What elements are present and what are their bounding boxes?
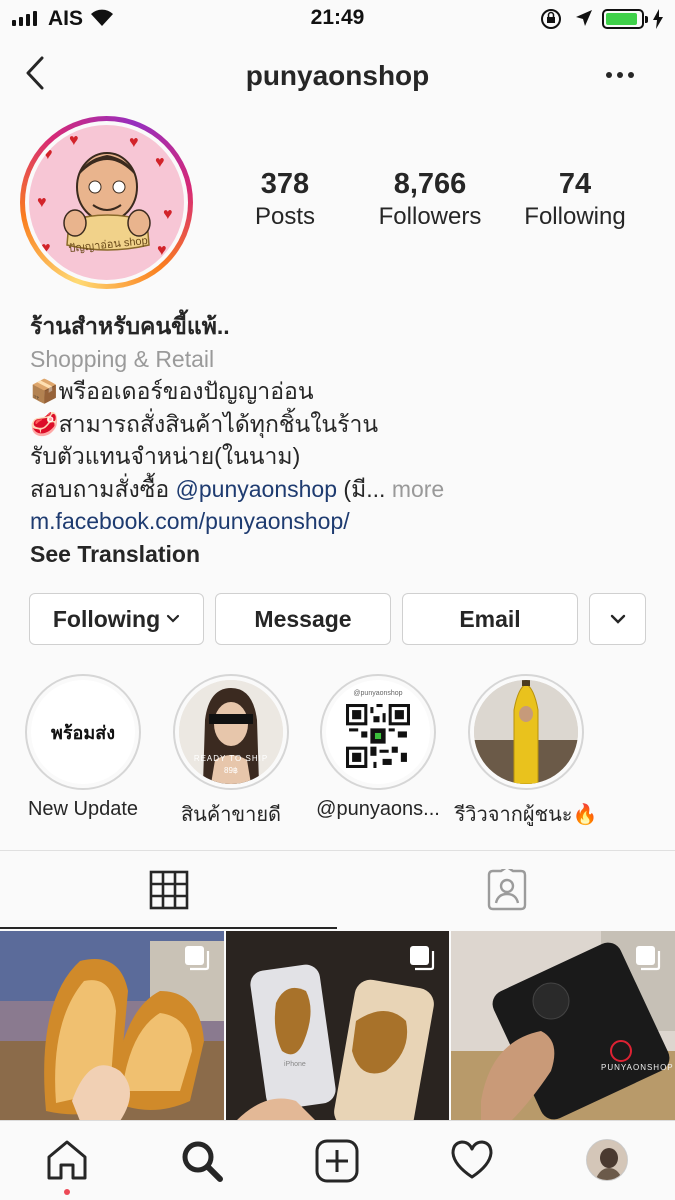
- highlight-cover: READY TO SHIP 89฿: [173, 674, 289, 790]
- highlight-cover: [468, 674, 584, 790]
- carousel-icon: [410, 946, 435, 971]
- post-thumbnail[interactable]: iPhone: [226, 931, 449, 1121]
- location-arrow-icon: [576, 10, 592, 26]
- bio-text: พรีออเดอร์ของปัญญาอ่อน: [58, 378, 314, 404]
- carousel-icon: [185, 946, 210, 971]
- bio-category: Shopping & Retail: [30, 345, 215, 372]
- bio-more-link[interactable]: more: [392, 476, 444, 502]
- bottom-tab-bar: [0, 1120, 675, 1200]
- chevron-down-icon: [167, 614, 180, 623]
- search-icon[interactable]: [180, 1139, 224, 1183]
- message-button-label: Message: [254, 605, 352, 632]
- stat-posts[interactable]: 378 Posts: [220, 168, 350, 231]
- following-button[interactable]: Following: [29, 593, 204, 645]
- stat-followers[interactable]: 8,766 Followers: [350, 168, 510, 231]
- message-button[interactable]: Message: [215, 593, 391, 645]
- profile-header-bar: punyaonshop: [0, 40, 675, 110]
- story-highlight[interactable]: READY TO SHIP 89฿ สินค้าขายดี: [172, 674, 290, 826]
- post-thumbnail[interactable]: [0, 931, 224, 1121]
- highlight-label: New Update: [27, 798, 139, 820]
- profile-bio: ร้านสำหรับคนขี้แพ้.. Shopping & Retail 📦…: [30, 310, 650, 570]
- home-icon[interactable]: [45, 1139, 89, 1181]
- meat-emoji-icon: 🥩: [30, 410, 59, 437]
- bio-text: (มี...: [337, 475, 392, 502]
- chevron-down-icon: [610, 614, 625, 624]
- highlight-cover: พร้อมส่ง: [25, 674, 141, 790]
- suggested-accounts-button[interactable]: [589, 593, 646, 645]
- bio-text: สามารถสั่งสินค้าได้ทุกชิ้นในร้าน: [58, 410, 379, 437]
- highlight-label: สินค้าขายดี: [180, 804, 282, 826]
- tab-tagged[interactable]: [338, 851, 675, 929]
- carousel-icon: [636, 946, 661, 971]
- post-thumbnail[interactable]: PUNYAONSHOP: [451, 931, 675, 1121]
- avatar-image: [587, 1140, 627, 1180]
- highlight-cover-text: พร้อมส่ง: [51, 722, 115, 743]
- email-button[interactable]: Email: [402, 593, 578, 645]
- stat-value: 8,766: [393, 168, 467, 200]
- stat-value: 74: [558, 168, 592, 200]
- bio-text: สอบถามสั่งซื้อ: [30, 475, 176, 502]
- banana-costume-photo-image: [474, 680, 578, 784]
- highlight-cover-price: 89฿: [224, 766, 238, 775]
- story-highlight[interactable]: พร้อมส่ง New Update: [24, 674, 142, 820]
- bio-display-name: ร้านสำหรับคนขี้แพ้..: [30, 313, 230, 339]
- avatar-image: ♥ ♥ ♥ ♥ ♥ ♥ ♥ ♥ ปัญญาอ่อน shop: [29, 125, 184, 280]
- bio-line: 📦พรีออเดอร์ของปัญญาอ่อน: [30, 375, 650, 408]
- charging-bolt-icon: [653, 9, 663, 29]
- highlight-cover-text: READY TO SHIP: [193, 754, 269, 763]
- stat-label: Posts: [254, 203, 316, 230]
- profile-stats: 378 Posts 8,766 Followers 74 Following: [220, 168, 660, 231]
- heart-icon[interactable]: [450, 1139, 494, 1181]
- stat-label: Followers: [378, 203, 482, 230]
- see-translation-link[interactable]: See Translation: [30, 538, 650, 571]
- page-title: punyaonshop: [245, 60, 430, 91]
- post-watermark: PUNYAONSHOP: [601, 1063, 674, 1072]
- battery-icon: [602, 9, 648, 29]
- posts-grid: iPhone PUNYAONSHOP: [0, 931, 675, 1121]
- tab-grid[interactable]: [0, 851, 337, 929]
- bio-website-link[interactable]: m.facebook.com/punyaonshop/: [30, 505, 650, 538]
- highlight-label: @punyaons...: [316, 798, 440, 820]
- qr-code-image: [346, 704, 410, 768]
- story-highlight[interactable]: รีวิวจากผู้ชนะ🔥: [455, 674, 597, 826]
- profile-tab-avatar[interactable]: [586, 1139, 628, 1181]
- notification-dot: [64, 1189, 70, 1195]
- more-options-icon[interactable]: [606, 72, 634, 78]
- rotation-lock-icon: [541, 9, 561, 29]
- highlight-label: รีวิวจากผู้ชนะ🔥: [454, 804, 598, 826]
- story-highlight[interactable]: @punyaonshop @punyaons...: [316, 674, 440, 820]
- tagged-user-icon: [487, 869, 526, 911]
- bio-line: สอบถามสั่งซื้อ @punyaonshop (มี... more: [30, 473, 650, 506]
- bio-line: รับตัวแทนจำหน่าย(ในนาม): [30, 443, 301, 469]
- package-emoji-icon: 📦: [30, 378, 59, 404]
- bio-mention-link[interactable]: @punyaonshop: [176, 476, 337, 502]
- highlight-cover-text: @punyaonshop: [353, 690, 403, 697]
- stat-value: 378: [260, 168, 310, 200]
- status-bar: AIS 21:49: [0, 0, 675, 38]
- bio-line: 🥩สามารถสั่งสินค้าได้ทุกชิ้นในร้าน: [30, 408, 650, 441]
- following-button-label: Following: [52, 605, 161, 632]
- stat-following[interactable]: 74 Following: [510, 168, 640, 231]
- battery-level: [606, 13, 637, 25]
- new-post-icon[interactable]: [315, 1139, 359, 1183]
- profile-avatar[interactable]: ♥ ♥ ♥ ♥ ♥ ♥ ♥ ♥ ปัญญาอ่อน shop: [20, 116, 193, 289]
- highlight-cover: @punyaonshop: [320, 674, 436, 790]
- active-tab-indicator: [0, 927, 337, 929]
- cartoon-face-illustration: [63, 152, 151, 251]
- phone-case-text: iPhone: [284, 1061, 306, 1068]
- grid-icon: [149, 870, 188, 910]
- stat-label: Following: [524, 203, 626, 230]
- email-button-label: Email: [459, 605, 521, 632]
